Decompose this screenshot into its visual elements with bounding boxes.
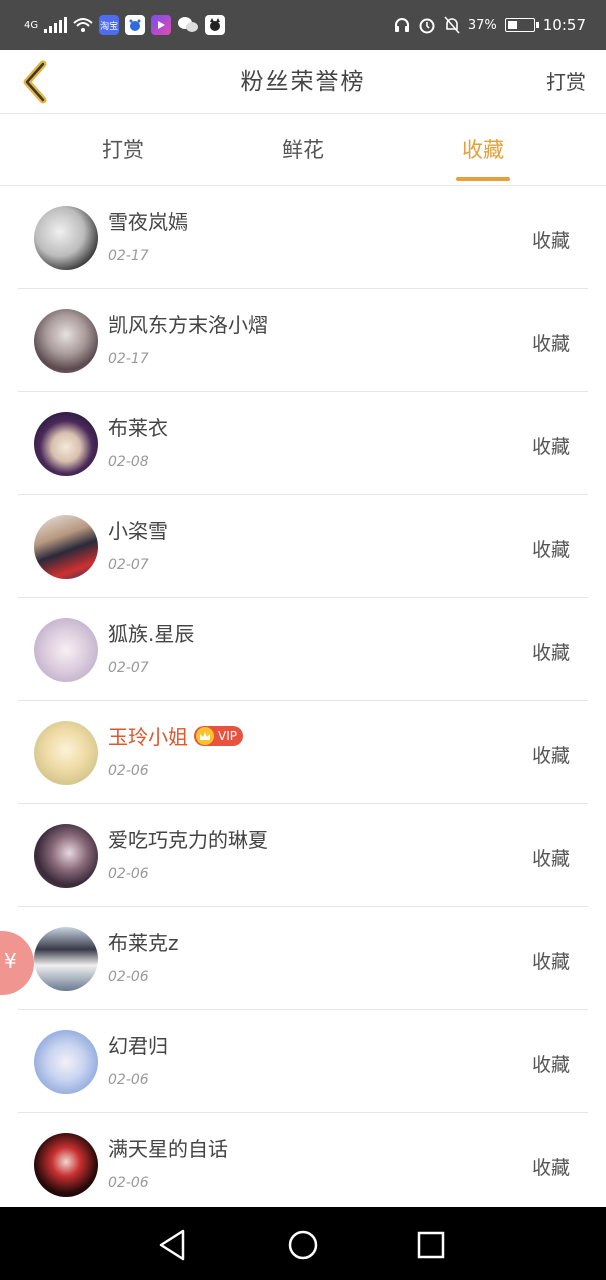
bell-muted-icon [444, 16, 460, 34]
crown-icon [196, 726, 214, 745]
system-recents-button[interactable] [411, 1225, 451, 1265]
fan-date: 02-06 [108, 1175, 149, 1191]
favorite-label: 收藏 [531, 436, 570, 458]
back-button[interactable] [14, 56, 54, 108]
recents-icon [417, 1231, 445, 1259]
list-item[interactable]: 满天星的自话 02-06 收藏 [0, 1113, 606, 1216]
fan-name: 小栥雪 [108, 519, 168, 543]
favorite-label: 收藏 [531, 333, 570, 355]
fan-date: 02-06 [108, 763, 149, 779]
vip-badge: VIP [194, 725, 243, 746]
fan-name: 凯风东方末洛小熠 [108, 313, 268, 337]
list-item[interactable]: 爱吃巧克力的琳夏 02-06 收藏 [0, 804, 606, 907]
fan-date: 02-08 [108, 454, 149, 470]
fan-name: 爱吃巧克力的琳夏 [108, 828, 268, 852]
page-title: 粉丝荣誉榜 [240, 69, 366, 95]
battery-icon [504, 18, 539, 32]
fan-date: 02-17 [108, 248, 149, 264]
avatar [34, 309, 98, 373]
tab-favorites[interactable]: 收藏 [423, 114, 543, 186]
favorite-label: 收藏 [531, 848, 570, 870]
avatar [34, 206, 98, 270]
fan-name-vip: 玉玲小姐 VIP [108, 721, 243, 750]
favorite-label: 收藏 [531, 745, 570, 767]
headphones-icon [394, 18, 409, 32]
favorite-label: 收藏 [531, 230, 570, 252]
list-item[interactable]: 凯风东方末洛小熠 02-17 收藏 [0, 289, 606, 392]
cat-app-icon [205, 15, 226, 35]
avatar [34, 721, 98, 785]
home-icon [288, 1230, 318, 1260]
fan-date: 02-06 [108, 1072, 149, 1088]
tab-bar: 打赏 鲜花 收藏 [0, 114, 606, 186]
avatar [34, 618, 98, 682]
list-item[interactable]: 布莱衣 02-08 收藏 [0, 392, 606, 495]
wifi-icon [73, 18, 93, 32]
wechat-icon [178, 17, 199, 32]
network-type: 4G [24, 19, 39, 31]
fan-date: 02-17 [108, 351, 149, 367]
fan-list: 雪夜岚嫣 02-17 收藏 凯风东方末洛小熠 02-17 收藏 布莱衣 02-0… [0, 186, 606, 1216]
avatar [34, 412, 98, 476]
favorite-label: 收藏 [531, 1054, 570, 1076]
status-right: 37% 10:57 [394, 12, 586, 38]
chevron-left-icon [23, 60, 47, 104]
system-home-button[interactable] [283, 1225, 323, 1265]
tab-flowers[interactable]: 鲜花 [243, 114, 363, 186]
status-left: 4G 淘宝 [24, 12, 226, 38]
list-item[interactable]: 幻君归 02-06 收藏 [0, 1010, 606, 1113]
fan-name: 幻君归 [108, 1034, 168, 1058]
fan-name: 满天星的自话 [108, 1137, 228, 1161]
status-bar: 4G 淘宝 37% 10:57 [0, 0, 606, 50]
yen-icon: ¥ [4, 949, 17, 973]
fan-date: 02-06 [108, 866, 149, 882]
avatar [34, 927, 98, 991]
avatar [34, 1030, 98, 1094]
fan-date: 02-07 [108, 660, 149, 676]
fan-date: 02-06 [108, 969, 149, 985]
system-back-button[interactable] [153, 1225, 193, 1265]
fan-date: 02-07 [108, 557, 149, 573]
avatar [34, 1133, 98, 1197]
favorite-label: 收藏 [531, 1157, 570, 1179]
fan-name: 狐族.星辰 [108, 622, 195, 646]
fan-name: 布莱衣 [108, 416, 168, 440]
system-nav-bar [0, 1207, 606, 1280]
clock: 10:57 [542, 16, 586, 34]
fan-name: 布莱克z [108, 931, 179, 955]
avatar [34, 515, 98, 579]
signal-icon [44, 17, 68, 33]
list-item[interactable]: 雪夜岚嫣 02-17 收藏 [0, 186, 606, 289]
list-item[interactable]: 小栥雪 02-07 收藏 [0, 495, 606, 598]
tab-reward[interactable]: 打赏 [63, 114, 183, 186]
avatar [34, 824, 98, 888]
favorite-label: 收藏 [531, 539, 570, 561]
fan-name: 雪夜岚嫣 [108, 210, 188, 234]
back-icon [159, 1229, 185, 1261]
tab-active-indicator [456, 177, 510, 181]
list-item[interactable]: 狐族.星辰 02-07 收藏 [0, 598, 606, 701]
battery-percent: 37% [467, 17, 497, 33]
nav-bar: 粉丝荣誉榜 打赏 [0, 50, 606, 114]
taobao-icon: 淘宝 [99, 15, 120, 35]
baidu-icon [125, 15, 146, 35]
video-app-icon [151, 15, 172, 35]
favorite-label: 收藏 [531, 642, 570, 664]
favorite-label: 收藏 [531, 951, 570, 973]
list-item[interactable]: 玉玲小姐 VIP 02-06 收藏 [0, 701, 606, 804]
alarm-icon [419, 18, 435, 34]
list-item[interactable]: 布莱克z 02-06 收藏 [0, 907, 606, 1010]
reward-button[interactable]: 打赏 [546, 50, 586, 114]
